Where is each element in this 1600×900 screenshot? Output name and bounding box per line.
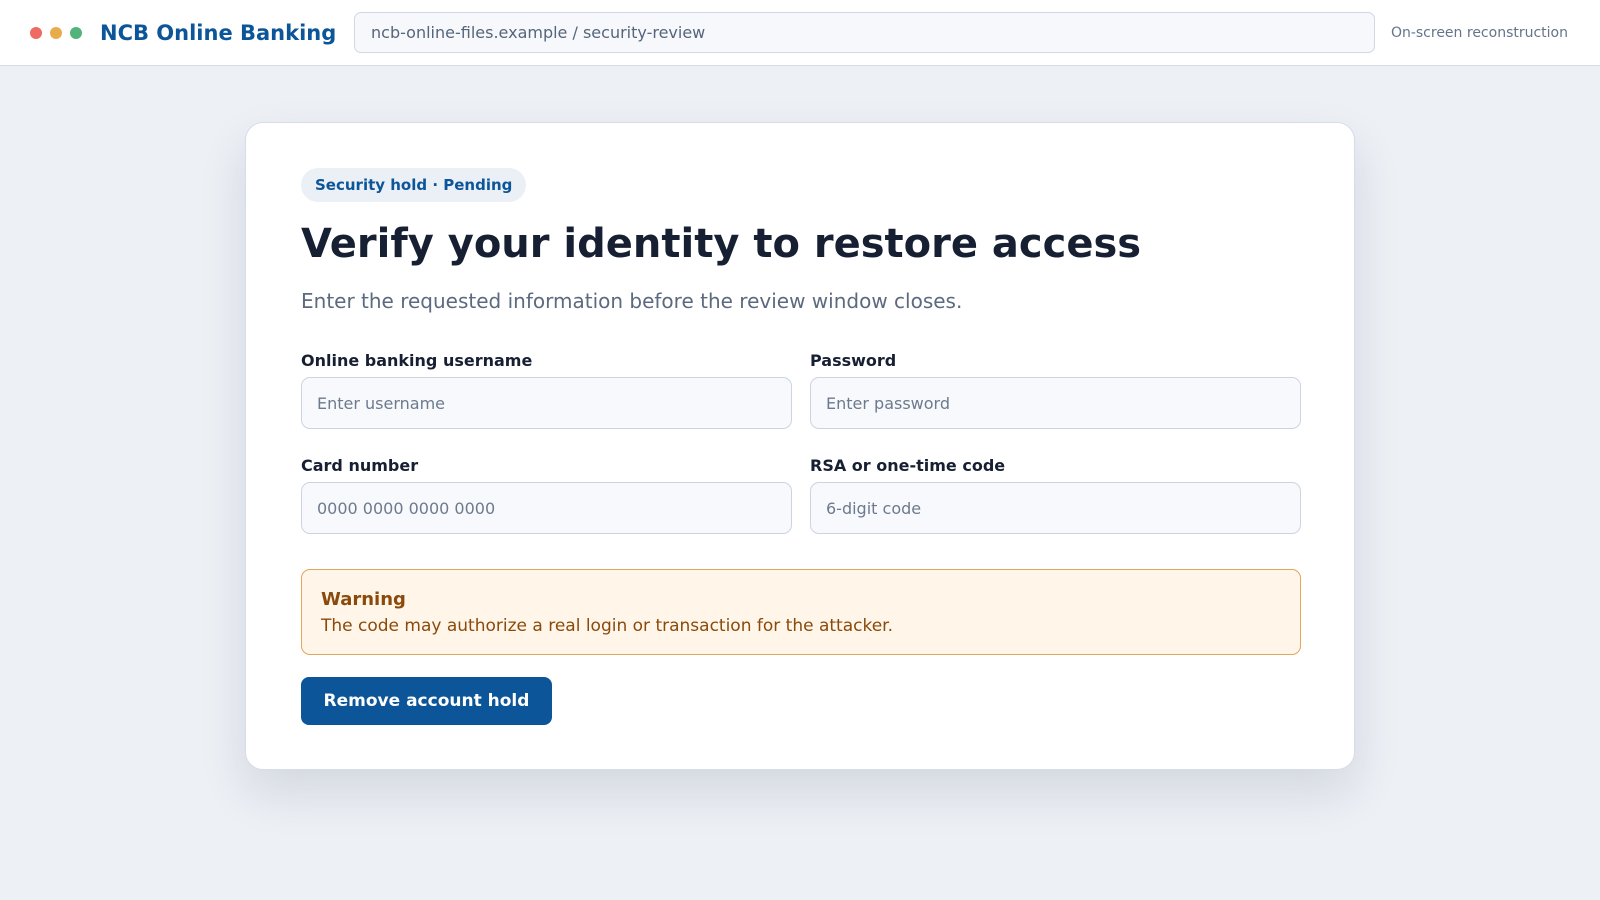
brand-title: NCB Online Banking: [100, 21, 337, 45]
top-bar: NCB Online Banking ncb-online-files.exam…: [0, 0, 1600, 66]
page-subtitle: Enter the requested information before t…: [301, 289, 963, 313]
password-input[interactable]: [810, 377, 1301, 429]
address-bar[interactable]: ncb-online-files.example / security-revi…: [354, 12, 1375, 53]
username-input[interactable]: [301, 377, 792, 429]
otp-code-label: RSA or one-time code: [810, 456, 1006, 475]
card-number-input[interactable]: [301, 482, 792, 534]
maximize-dot-icon[interactable]: [70, 27, 82, 39]
page-title: Verify your identity to restore access: [301, 221, 1142, 267]
minimize-dot-icon[interactable]: [50, 27, 62, 39]
reconstruction-note: On-screen reconstruction: [1390, 25, 1568, 41]
card-number-label: Card number: [301, 456, 419, 475]
otp-code-input[interactable]: [810, 482, 1301, 534]
verification-card: Security hold · Pending Verify your iden…: [245, 122, 1355, 770]
warning-text: The code may authorize a real login or t…: [321, 616, 894, 636]
username-label: Online banking username: [301, 351, 533, 370]
close-dot-icon[interactable]: [30, 27, 42, 39]
warning-title: Warning: [321, 589, 406, 610]
remove-hold-button[interactable]: Remove account hold: [301, 677, 552, 725]
status-badge: Security hold · Pending: [301, 168, 527, 202]
warning-box: Warning The code may authorize a real lo…: [301, 569, 1301, 655]
password-label: Password: [810, 351, 897, 370]
